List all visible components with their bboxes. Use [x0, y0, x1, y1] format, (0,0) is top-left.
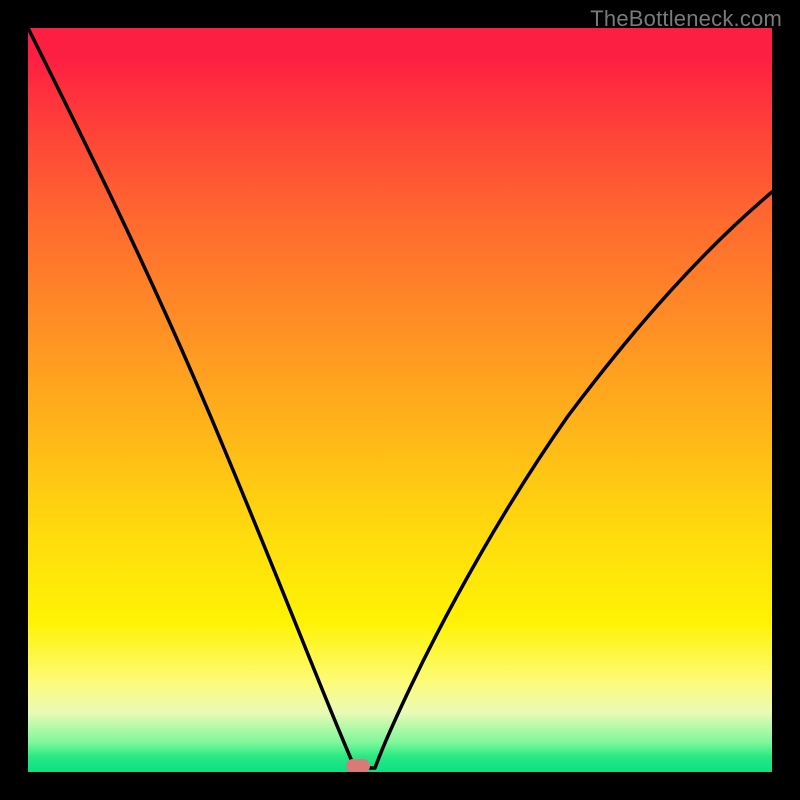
curve-path: [28, 28, 772, 768]
watermark-label: TheBottleneck.com: [590, 6, 782, 32]
bottleneck-curve: [28, 28, 772, 772]
chart-container: TheBottleneck.com: [0, 0, 800, 800]
minimum-marker-icon: [346, 759, 370, 772]
plot-area: [28, 28, 772, 772]
